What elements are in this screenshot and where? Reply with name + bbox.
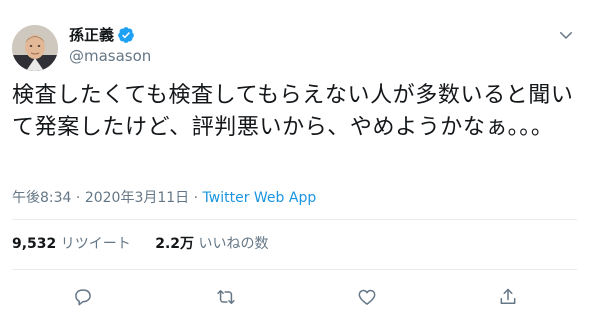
meta-separator-2: · <box>189 190 203 206</box>
tweet-meta: 午後8:34 · 2020年3月11日 · Twitter Web App <box>12 188 316 208</box>
retweets-count: 9,532 <box>12 236 57 252</box>
tweet-date[interactable]: 2020年3月11日 <box>85 190 189 206</box>
user-name-row[interactable]: 孫正義 <box>69 25 135 45</box>
reply-icon[interactable] <box>72 286 94 308</box>
retweets-stat[interactable]: 9,532 リツイート <box>12 234 131 254</box>
like-icon[interactable] <box>356 286 378 308</box>
tweet-source-app[interactable]: Twitter Web App <box>203 190 317 206</box>
tweet-text: 検査したくても検査してもらえない人が多数いると聞いて発案したけど、評判悪いから、… <box>12 83 574 140</box>
avatar-image <box>12 25 58 71</box>
likes-stat[interactable]: 2.2万 いいねの数 <box>155 234 268 254</box>
meta-separator: · <box>71 190 85 206</box>
retweets-label: リツイート <box>60 236 131 252</box>
display-name[interactable]: 孫正義 <box>69 25 114 45</box>
likes-label: いいねの数 <box>198 236 269 252</box>
retweet-icon[interactable] <box>215 286 237 308</box>
share-icon[interactable] <box>497 286 519 308</box>
tweet-stats: 9,532 リツイート 2.2万 いいねの数 <box>12 234 288 254</box>
verified-badge-icon <box>117 26 135 44</box>
chevron-down-icon[interactable] <box>557 26 575 44</box>
tweet-actions <box>0 286 589 308</box>
divider <box>12 269 577 270</box>
user-handle[interactable]: @masason <box>69 46 151 66</box>
avatar[interactable] <box>12 25 58 71</box>
tweet-time[interactable]: 午後8:34 <box>12 190 71 206</box>
likes-count: 2.2万 <box>155 236 195 252</box>
divider <box>12 219 577 220</box>
